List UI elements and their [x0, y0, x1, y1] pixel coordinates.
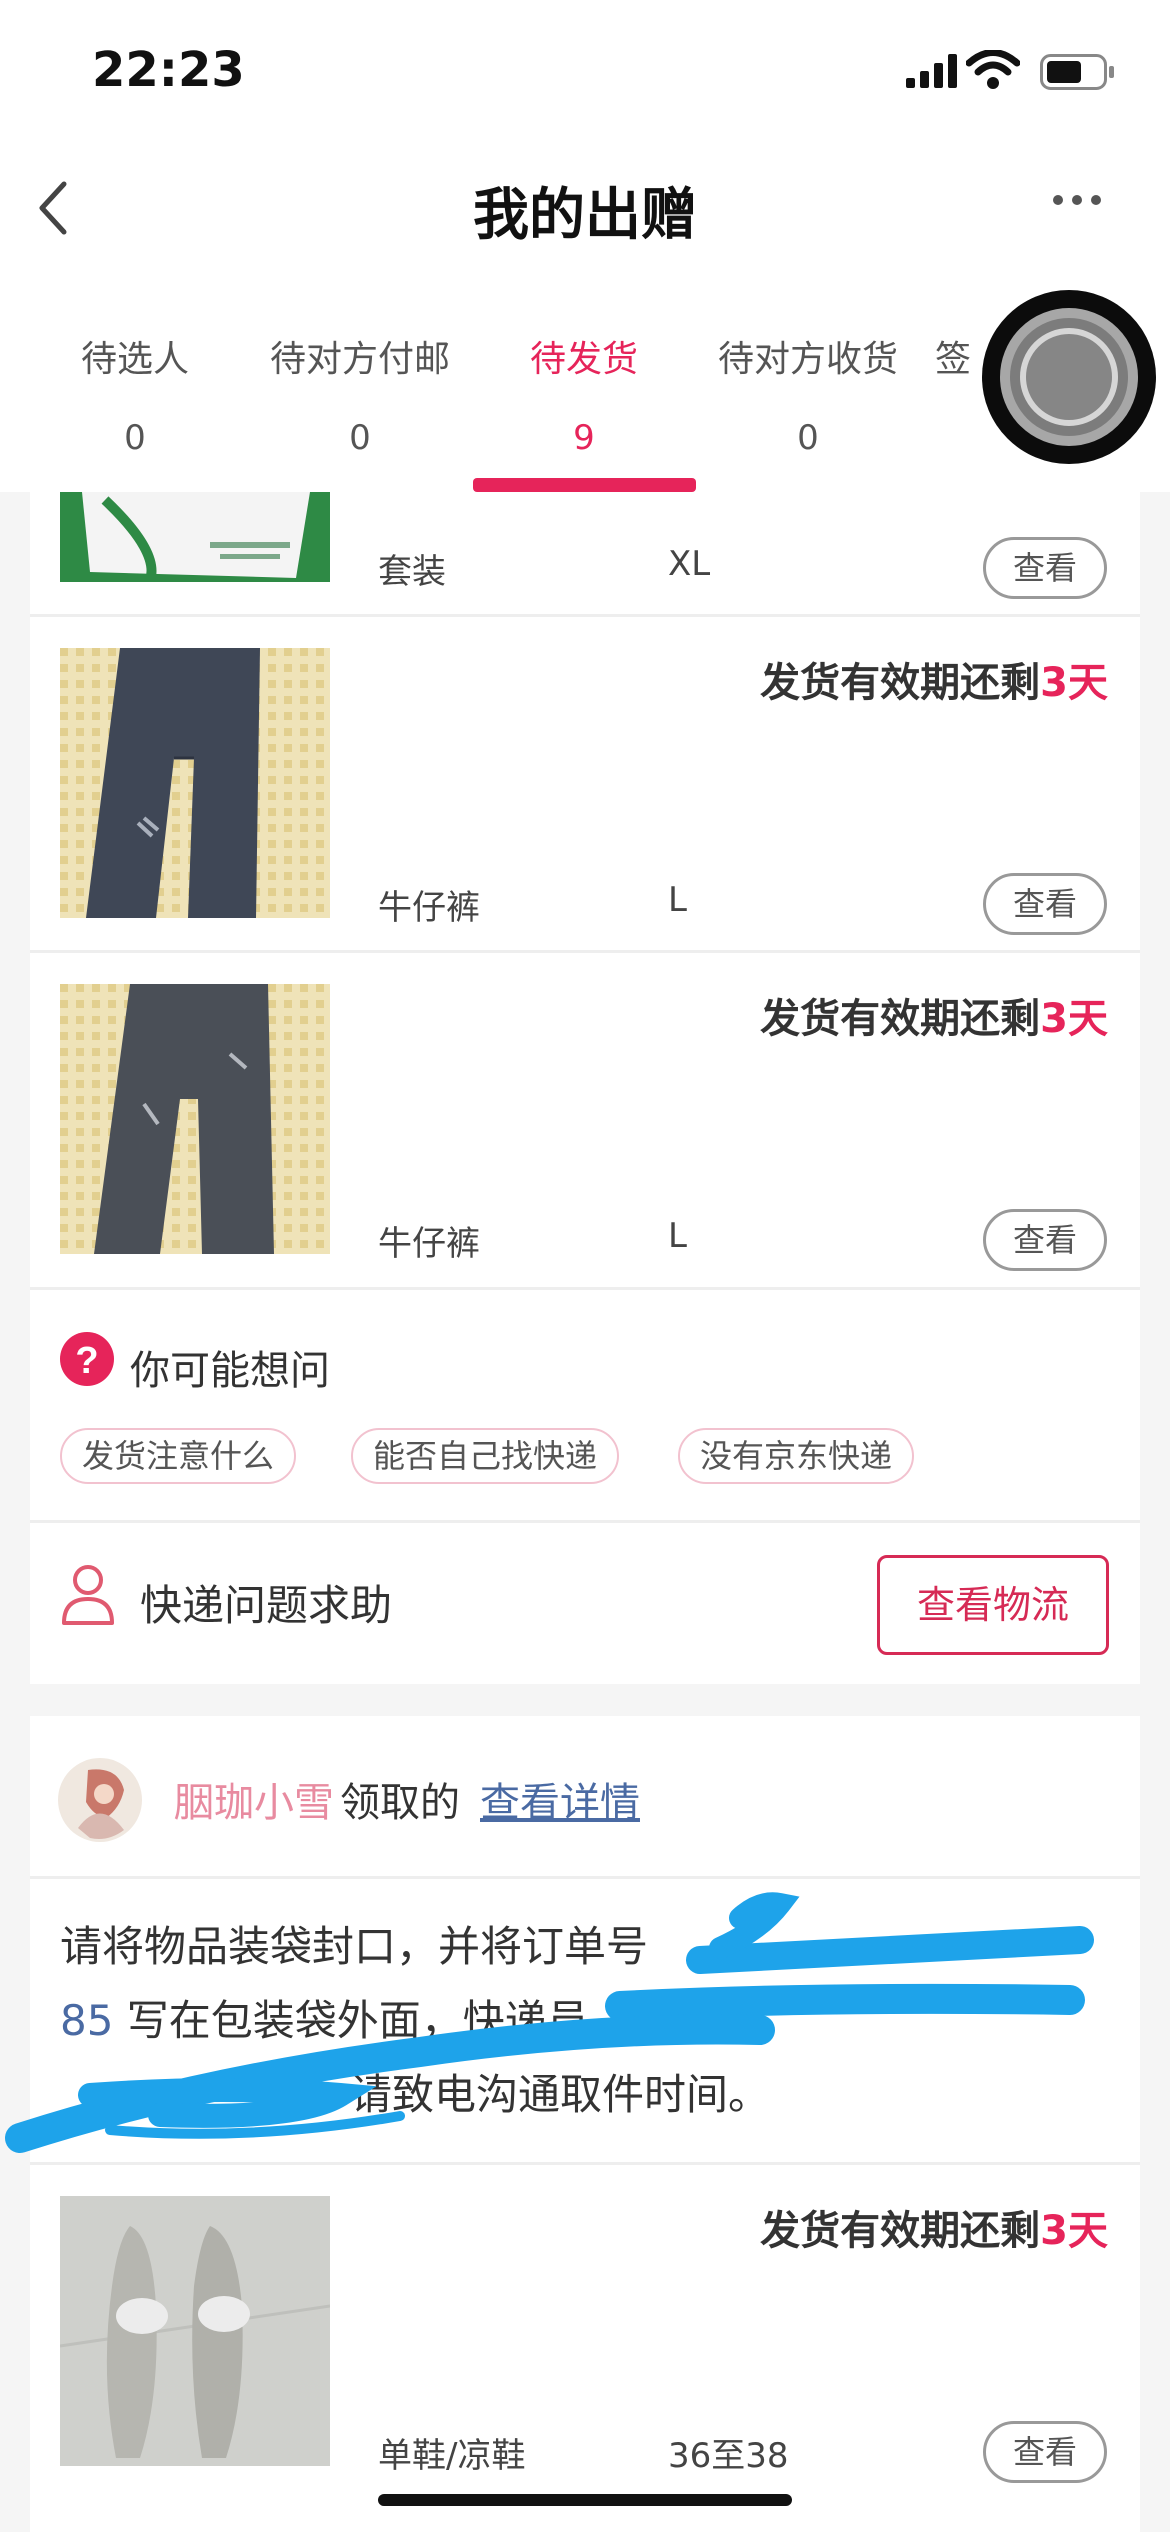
tab-pending-shipment[interactable]: 待发货 [479, 330, 689, 382]
shipping-deadline: 发货有效期还剩3天 [760, 650, 1108, 708]
deadline-days: 3天 [1040, 660, 1108, 706]
active-tab-indicator [473, 478, 696, 492]
wifi-icon [966, 50, 1020, 89]
svg-text:?: ? [75, 1340, 98, 1382]
shipping-deadline: 发货有效期还剩3天 [760, 986, 1108, 1044]
view-button[interactable]: 查看 [983, 2421, 1107, 2483]
faq-title: 你可能想问 [130, 1348, 330, 1394]
view-button[interactable]: 查看 [983, 873, 1107, 935]
faq-chip[interactable]: 发货注意什么 [60, 1428, 297, 1484]
shipping-deadline: 发货有效期还剩3天 [760, 2198, 1108, 2256]
product-name: 牛仔裤 [378, 888, 480, 928]
view-button[interactable]: 查看 [983, 537, 1107, 599]
product-image-shoes[interactable] [60, 2196, 330, 2466]
faq-chip[interactable]: 没有京东快递 [678, 1428, 915, 1484]
avatar[interactable] [58, 1758, 142, 1842]
deadline-label: 发货有效期还剩 [760, 996, 1041, 1042]
product-image-jeans[interactable] [60, 648, 330, 918]
product-size: L [668, 1216, 687, 1256]
divider [30, 1876, 1140, 1879]
product-name: 单鞋/凉鞋 [378, 2436, 526, 2476]
redaction-scribble [5, 1892, 1094, 2153]
track-shipment-button[interactable]: 查看物流 [877, 1555, 1109, 1655]
product-name: 牛仔裤 [378, 1224, 480, 1264]
view-details-link[interactable]: 查看详情 [480, 1770, 640, 1828]
claimed-label: 领取的 [340, 1780, 460, 1826]
tab-pending-select-count: 0 [124, 418, 146, 458]
deadline-label: 发货有效期还剩 [760, 660, 1041, 706]
battery-icon [1040, 54, 1114, 90]
tab-pending-select[interactable]: 待选人 [30, 330, 240, 382]
more-icon[interactable] [1052, 192, 1102, 208]
assistive-touch-core [1020, 328, 1118, 426]
tab-pending-shipment-count: 9 [573, 418, 595, 458]
product-image-jeans[interactable] [60, 984, 330, 1254]
divider [30, 614, 1140, 617]
divider [30, 950, 1140, 953]
home-indicator [378, 2494, 792, 2506]
product-name: 套装 [378, 552, 446, 592]
divider [30, 1287, 1140, 1290]
recipient-name[interactable]: 胭珈小雪 [174, 1770, 334, 1828]
divider [30, 2162, 1140, 2165]
deadline-days: 3天 [1040, 2208, 1108, 2254]
deadline-label: 发货有效期还剩 [760, 2208, 1041, 2254]
tab-pending-postage[interactable]: 待对方付邮 [255, 330, 465, 382]
product-size: 36至38 [668, 2436, 789, 2476]
tab-pending-postage-count: 0 [349, 418, 371, 458]
page-title: 我的出赠 [473, 183, 697, 248]
signal-icon [906, 54, 957, 88]
product-image-suit[interactable] [60, 492, 330, 582]
view-button[interactable]: 查看 [983, 1209, 1107, 1271]
question-icon: ? [60, 1332, 114, 1386]
deadline-days: 3天 [1040, 996, 1108, 1042]
tab-pending-receipt-count: 0 [797, 418, 819, 458]
tab-pending-receipt[interactable]: 待对方收货 [703, 330, 913, 382]
divider [30, 1520, 1140, 1523]
faq-chip[interactable]: 能否自己找快递 [351, 1428, 620, 1484]
courier-help-label[interactable]: 快递问题求助 [140, 1572, 392, 1633]
product-size: XL [668, 544, 711, 584]
status-time: 22:23 [92, 42, 245, 98]
product-size: L [668, 880, 687, 920]
person-icon [62, 1565, 114, 1625]
